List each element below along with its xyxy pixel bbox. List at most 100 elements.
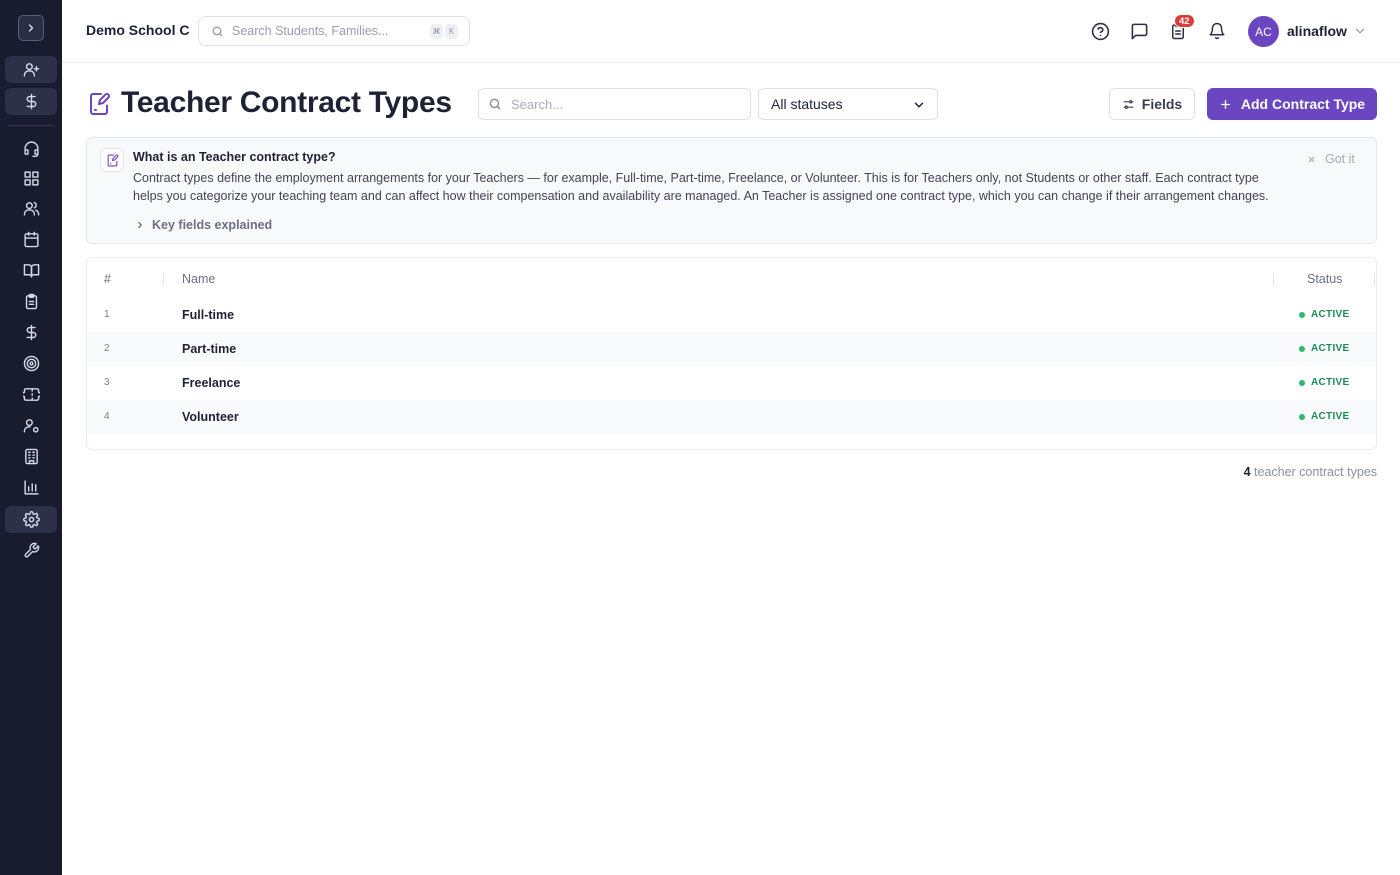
row-name[interactable]: Full-time — [182, 308, 234, 322]
status-text: ACTIVE — [1311, 309, 1350, 320]
sidebar-item-dashboard[interactable] — [5, 165, 57, 192]
sidebar-item-users[interactable] — [5, 195, 57, 222]
clipboard-icon — [25, 293, 37, 310]
fields-label: Fields — [1141, 96, 1183, 112]
fields-button[interactable]: Fields — [1109, 88, 1195, 120]
dashboard-icon — [23, 171, 39, 186]
sidebar-item-tickets[interactable] — [5, 381, 57, 408]
dollar-icon — [26, 93, 36, 110]
target-icon — [23, 355, 39, 372]
status-badge: ACTIVE — [1299, 309, 1349, 320]
column-resize-handle[interactable] — [1273, 272, 1274, 286]
key-fields-label: Key fields explained — [152, 218, 273, 232]
column-header-number[interactable]: # — [104, 272, 111, 286]
contract-edit-icon — [107, 154, 118, 166]
info-panel: What is an Teacher contract type? Contra… — [86, 137, 1377, 244]
shortcut-key: ⌘ — [430, 24, 443, 39]
sliders-icon — [1123, 99, 1134, 109]
messages-button[interactable] — [1128, 20, 1150, 42]
row-name[interactable]: Volunteer — [182, 410, 239, 424]
contract-types-table: # Name Status 1 Full-time ACTIVE 2 Part-… — [86, 257, 1377, 450]
sidebar-item-reports[interactable] — [5, 474, 57, 501]
status-badge: ACTIVE — [1299, 411, 1349, 422]
sidebar — [0, 0, 62, 875]
row-name[interactable]: Part-time — [182, 342, 236, 356]
status-dot — [1299, 413, 1305, 420]
key-fields-toggle[interactable]: Key fields explained — [135, 218, 272, 232]
global-search-input[interactable] — [232, 24, 422, 38]
table-row[interactable]: 4 Volunteer ACTIVE — [87, 400, 1376, 434]
calendar-icon — [23, 231, 39, 248]
status-dot — [1299, 379, 1305, 386]
sidebar-divider — [8, 125, 54, 126]
page-title: Teacher Contract Types — [121, 86, 452, 119]
column-resize-handle[interactable] — [163, 272, 164, 286]
status-text: ACTIVE — [1311, 343, 1350, 354]
contract-edit-icon — [90, 93, 110, 115]
sidebar-item-calendar[interactable] — [5, 226, 57, 253]
global-search[interactable]: ⌘ K — [198, 16, 470, 46]
row-number: 2 — [104, 343, 110, 354]
table-row[interactable]: 1 Full-time ACTIVE — [87, 298, 1376, 332]
record-count-label: teacher contract types — [1250, 465, 1377, 479]
status-badge: ACTIVE — [1299, 377, 1349, 388]
avatar[interactable]: AC — [1248, 16, 1279, 47]
info-panel-icon-box — [100, 148, 124, 172]
status-badge: ACTIVE — [1299, 343, 1349, 354]
bar-chart-icon — [23, 480, 39, 495]
row-number: 4 — [104, 411, 110, 422]
notifications-button[interactable] — [1206, 20, 1228, 42]
table-row[interactable]: 2 Part-time ACTIVE — [87, 332, 1376, 366]
row-name[interactable]: Freelance — [182, 376, 240, 390]
help-circle-icon — [1091, 22, 1109, 40]
table-search-input[interactable] — [511, 96, 731, 112]
sidebar-item-courses[interactable] — [5, 257, 57, 284]
sidebar-item-tools[interactable] — [5, 537, 57, 564]
sidebar-item-settings[interactable] — [5, 506, 57, 533]
info-title: What is an Teacher contract type? — [133, 150, 336, 164]
sidebar-item-billing[interactable] — [5, 88, 57, 115]
sidebar-item-buildings[interactable] — [5, 443, 57, 470]
username[interactable]: alinaflow — [1287, 23, 1347, 39]
sidebar-item-support[interactable] — [5, 135, 57, 162]
status-dot — [1299, 311, 1305, 318]
status-text: ACTIVE — [1311, 411, 1350, 422]
sidebar-item-finance[interactable] — [5, 319, 57, 346]
plus-icon — [1220, 99, 1230, 109]
column-resize-handle[interactable] — [1374, 272, 1375, 286]
bell-icon — [1209, 22, 1225, 40]
dollar-icon — [26, 324, 36, 341]
column-header-status[interactable]: Status — [1307, 272, 1342, 286]
user-plus-icon — [23, 63, 39, 77]
table-search[interactable] — [478, 88, 751, 120]
school-name[interactable]: Demo School C — [86, 22, 189, 38]
row-number: 3 — [104, 377, 110, 388]
sidebar-item-goals[interactable] — [5, 350, 57, 377]
top-bar: Demo School C ⌘ K 42 AC alinaflow — [62, 0, 1400, 63]
headset-icon — [23, 141, 39, 157]
table-row[interactable]: 3 Freelance ACTIVE — [87, 366, 1376, 400]
sidebar-toggle-button[interactable] — [18, 15, 44, 41]
dismiss-info-button[interactable]: Got it — [1307, 152, 1355, 166]
users-icon — [23, 201, 39, 216]
chevron-down-icon[interactable] — [1353, 24, 1367, 38]
add-contract-type-button[interactable]: Add Contract Type — [1207, 88, 1377, 120]
ticket-icon — [22, 388, 40, 401]
sidebar-item-add-user[interactable] — [5, 56, 57, 83]
dismiss-info-label: Got it — [1325, 152, 1355, 166]
sidebar-item-assignments[interactable] — [5, 288, 57, 315]
help-button[interactable] — [1089, 20, 1111, 42]
add-contract-type-label: Add Contract Type — [1240, 96, 1366, 112]
sidebar-item-staff-settings[interactable] — [5, 412, 57, 439]
status-filter-value: All statuses — [771, 96, 843, 112]
user-cog-icon — [23, 419, 39, 433]
notification-count-badge: 42 — [1174, 14, 1195, 28]
info-description: Contract types define the employment arr… — [133, 171, 1269, 203]
status-filter-select[interactable]: All statuses — [758, 88, 938, 120]
wrench-icon — [23, 542, 39, 558]
record-count: 4 teacher contract types — [1244, 465, 1377, 479]
record-count-number: 4 — [1243, 465, 1251, 479]
column-header-name[interactable]: Name — [182, 272, 215, 286]
status-text: ACTIVE — [1311, 377, 1350, 388]
chevron-right-icon — [28, 24, 34, 32]
